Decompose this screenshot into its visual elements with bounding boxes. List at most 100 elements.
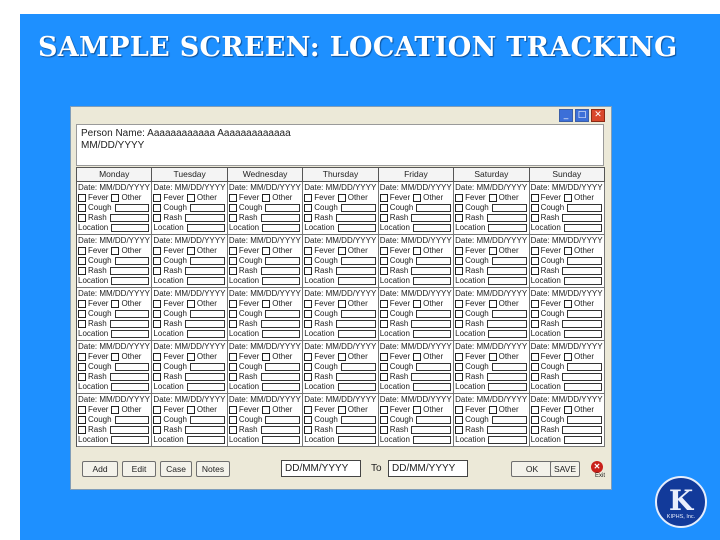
minimize-icon[interactable]: _ — [559, 109, 573, 122]
other-checkbox[interactable] — [111, 300, 120, 308]
location-field[interactable] — [563, 330, 602, 338]
rash-checkbox[interactable] — [153, 320, 162, 328]
rash-text-field[interactable] — [109, 214, 150, 222]
cough-checkbox[interactable] — [228, 310, 237, 318]
date-row[interactable]: Date: MM/DD/YYYY — [380, 236, 452, 246]
location-field[interactable] — [488, 277, 527, 285]
cough-checkbox[interactable] — [379, 310, 388, 318]
date-row[interactable]: Date: MM/DD/YYYY — [229, 289, 301, 299]
date-row[interactable]: Date: MM/DD/YYYY — [455, 289, 527, 299]
rash-text-field[interactable] — [185, 267, 225, 275]
other-checkbox[interactable] — [564, 194, 573, 202]
other-checkbox[interactable] — [413, 406, 422, 414]
location-field[interactable] — [186, 224, 225, 232]
other-checkbox[interactable] — [186, 353, 195, 361]
other-text-field[interactable] — [114, 363, 150, 371]
other-checkbox[interactable] — [111, 353, 120, 361]
other-checkbox[interactable] — [488, 300, 497, 308]
cough-checkbox[interactable] — [530, 310, 539, 318]
rash-text-field[interactable] — [411, 267, 452, 275]
date-row[interactable]: Date: MM/DD/YYYY — [229, 342, 301, 352]
location-field[interactable] — [111, 224, 150, 232]
fever-checkbox[interactable] — [379, 194, 388, 202]
other-checkbox[interactable] — [564, 300, 573, 308]
other-text-field[interactable] — [491, 204, 527, 212]
other-checkbox[interactable] — [413, 300, 422, 308]
cough-checkbox[interactable] — [153, 204, 162, 212]
location-field[interactable] — [412, 330, 452, 338]
rash-checkbox[interactable] — [228, 267, 237, 275]
date-row[interactable]: Date: MM/DD/YYYY — [380, 342, 452, 352]
add-button[interactable]: Add — [82, 461, 118, 477]
fever-checkbox[interactable] — [455, 353, 464, 361]
other-text-field[interactable] — [190, 363, 225, 371]
rash-text-field[interactable] — [109, 267, 150, 275]
date-row[interactable]: Date: MM/DD/YYYY — [304, 342, 376, 352]
date-row[interactable]: Date: MM/DD/YYYY — [78, 342, 150, 352]
rash-text-field[interactable] — [486, 373, 527, 381]
rash-checkbox[interactable] — [304, 426, 313, 434]
other-checkbox[interactable] — [413, 247, 422, 255]
location-field[interactable] — [337, 330, 376, 338]
rash-checkbox[interactable] — [304, 214, 313, 222]
location-field[interactable] — [563, 383, 602, 391]
date-row[interactable]: Date: MM/DD/YYYY — [153, 342, 225, 352]
location-field[interactable] — [186, 330, 225, 338]
other-checkbox[interactable] — [564, 353, 573, 361]
other-text-field[interactable] — [190, 204, 225, 212]
fever-checkbox[interactable] — [455, 247, 464, 255]
location-field[interactable] — [337, 224, 376, 232]
date-row[interactable]: Date: MM/DD/YYYY — [455, 236, 527, 246]
other-text-field[interactable] — [265, 363, 301, 371]
person-name-value[interactable]: Aaaaaaaaaaaa Aaaaaaaaaaaaa — [147, 128, 290, 139]
fever-checkbox[interactable] — [304, 353, 313, 361]
other-checkbox[interactable] — [413, 194, 422, 202]
other-text-field[interactable] — [416, 363, 452, 371]
date-row[interactable]: Date: MM/DD/YYYY — [531, 236, 603, 246]
other-checkbox[interactable] — [262, 406, 271, 414]
rash-checkbox[interactable] — [379, 267, 388, 275]
rash-text-field[interactable] — [185, 373, 225, 381]
date-row[interactable]: Date: MM/DD/YYYY — [153, 289, 225, 299]
rash-checkbox[interactable] — [153, 426, 162, 434]
cough-checkbox[interactable] — [78, 416, 86, 424]
other-text-field[interactable] — [265, 257, 301, 265]
other-checkbox[interactable] — [186, 406, 195, 414]
fever-checkbox[interactable] — [530, 194, 539, 202]
rash-text-field[interactable] — [185, 214, 225, 222]
rash-text-field[interactable] — [260, 426, 301, 434]
date-row[interactable]: Date: MM/DD/YYYY — [78, 289, 150, 299]
rash-text-field[interactable] — [260, 267, 301, 275]
other-checkbox[interactable] — [262, 194, 271, 202]
rash-text-field[interactable] — [109, 320, 150, 328]
cough-checkbox[interactable] — [530, 416, 539, 424]
rash-text-field[interactable] — [335, 426, 376, 434]
other-text-field[interactable] — [340, 363, 376, 371]
cough-checkbox[interactable] — [78, 257, 86, 265]
cough-checkbox[interactable] — [304, 310, 313, 318]
fever-checkbox[interactable] — [153, 194, 162, 202]
other-checkbox[interactable] — [337, 194, 346, 202]
fever-checkbox[interactable] — [228, 194, 237, 202]
cough-checkbox[interactable] — [455, 257, 464, 265]
rash-text-field[interactable] — [562, 373, 602, 381]
rash-checkbox[interactable] — [379, 320, 388, 328]
rash-text-field[interactable] — [185, 320, 225, 328]
fever-checkbox[interactable] — [153, 353, 162, 361]
rash-checkbox[interactable] — [530, 267, 539, 275]
cough-checkbox[interactable] — [304, 363, 313, 371]
rash-checkbox[interactable] — [228, 214, 237, 222]
other-checkbox[interactable] — [111, 194, 120, 202]
other-checkbox[interactable] — [337, 353, 346, 361]
other-text-field[interactable] — [340, 257, 376, 265]
date-row[interactable]: Date: MM/DD/YYYY — [153, 183, 225, 193]
cough-checkbox[interactable] — [153, 310, 162, 318]
location-field[interactable] — [488, 436, 527, 444]
date-row[interactable]: Date: MM/DD/YYYY — [304, 395, 376, 405]
rash-text-field[interactable] — [411, 373, 452, 381]
location-field[interactable] — [262, 383, 301, 391]
other-checkbox[interactable] — [337, 300, 346, 308]
rash-checkbox[interactable] — [379, 214, 388, 222]
date-row[interactable]: Date: MM/DD/YYYY — [78, 236, 150, 246]
rash-checkbox[interactable] — [78, 267, 86, 275]
